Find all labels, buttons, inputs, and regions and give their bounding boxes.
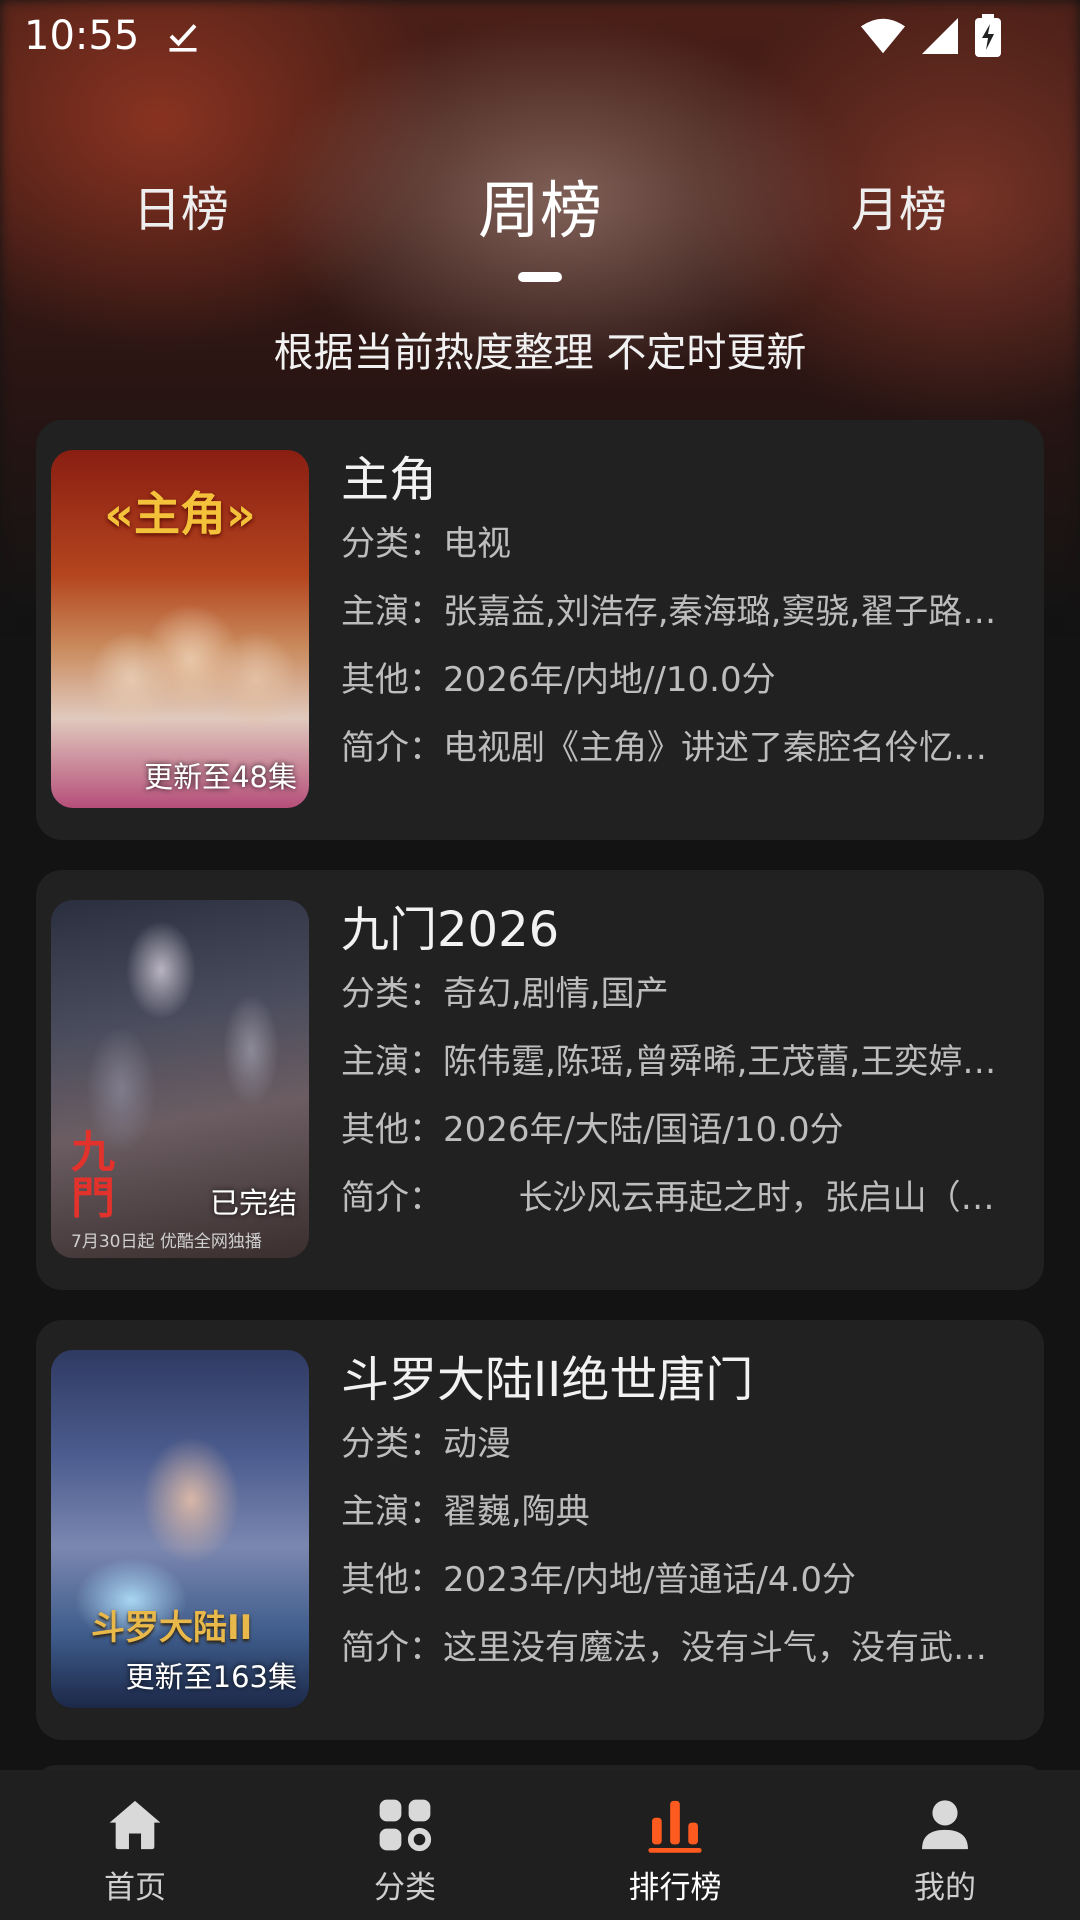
poster-image[interactable]: «主角» 更新至48集 [51, 450, 309, 808]
ranking-card[interactable]: «主角» 更新至48集 主角 分类：电视 主演：张嘉益,刘浩存,秦海璐,窦骁,翟… [36, 420, 1044, 840]
profile-icon [922, 1800, 968, 1850]
poster-caption: 7月30日起 优酷全网独播 [71, 1232, 262, 1252]
card-category: 分类：电视 [341, 524, 511, 564]
tab-monthly[interactable]: 月榜 [851, 170, 947, 240]
nav-ranking[interactable]: 排行榜 [540, 1770, 810, 1920]
ranking-subtitle: 根据当前热度整理 不定时更新 [273, 330, 807, 376]
card-title[interactable]: 斗罗大陆II绝世唐门 [341, 1350, 1031, 1410]
card-intro: 简介：这里没有魔法，没有斗气，没有武… [341, 1628, 987, 1668]
card-other: 其他：2026年/内地//10.0分 [341, 660, 776, 700]
card-info: 九门2026 分类：奇幻,剧情,国产 主演：陈伟霆,陈瑶,曾舜晞,王茂蕾,王奕婷… [341, 900, 1031, 1232]
episode-badge: 已完结 [209, 1186, 297, 1220]
nav-label: 我的 [914, 1870, 976, 1906]
nav-label: 排行榜 [628, 1870, 722, 1906]
card-intro: 简介： 长沙风云再起之时，张启山（… [341, 1178, 995, 1218]
tab-indicator [518, 272, 562, 282]
wifi-icon [860, 18, 906, 54]
poster-title: 斗罗大陆II [91, 1608, 253, 1648]
signal-icon [922, 18, 958, 54]
card-cast: 主演：翟巍,陶典 [341, 1492, 590, 1532]
episode-badge: 更新至163集 [125, 1660, 297, 1694]
poster-title: «主角» [104, 487, 256, 541]
home-icon [109, 1800, 161, 1850]
card-cast: 主演：陈伟霆,陈瑶,曾舜晞,王茂蕾,王奕婷,… [341, 1042, 1001, 1082]
download-complete-icon [169, 24, 197, 52]
tab-weekly[interactable]: 周榜 [478, 160, 602, 250]
episode-badge: 更新至48集 [144, 760, 297, 794]
nav-label: 首页 [104, 1870, 166, 1906]
poster-title: 九門 [71, 1127, 115, 1224]
status-bar: 10:55 [0, 0, 1080, 72]
ranking-tabs: 日榜 周榜 月榜 [0, 170, 1080, 290]
poster-image[interactable]: 九門 7月30日起 优酷全网独播 已完结 [51, 900, 309, 1258]
ranking-card[interactable]: 九門 7月30日起 优酷全网独播 已完结 九门2026 分类：奇幻,剧情,国产 … [36, 870, 1044, 1290]
nav-label: 分类 [374, 1870, 436, 1906]
card-other: 其他：2026年/大陆/国语/10.0分 [341, 1110, 844, 1150]
card-category: 分类：奇幻,剧情,国产 [341, 974, 669, 1014]
ranking-icon [648, 1800, 702, 1853]
ranking-screen: 10:55 日榜 周榜 月榜 根据当前热度整理 不定时更新 «主角» 更新至48… [0, 0, 1080, 1920]
card-category: 分类：动漫 [341, 1424, 511, 1464]
battery-charging-icon [975, 14, 1001, 57]
status-time: 10:55 [24, 13, 140, 59]
card-title[interactable]: 主角 [341, 450, 1031, 510]
card-cast: 主演：张嘉益,刘浩存,秦海璐,窦骁,翟子路,… [341, 592, 1001, 632]
card-other: 其他：2023年/内地/普通话/4.0分 [341, 1560, 856, 1600]
ranking-card[interactable]: 斗罗大陆II 更新至163集 斗罗大陆II绝世唐门 分类：动漫 主演：翟巍,陶典… [36, 1320, 1044, 1740]
bottom-nav: 首页 分类 排行榜 我的 [0, 1770, 1080, 1920]
card-info: 主角 分类：电视 主演：张嘉益,刘浩存,秦海璐,窦骁,翟子路,… 其他：2026… [341, 450, 1031, 782]
tab-daily[interactable]: 日榜 [133, 170, 229, 240]
category-icon [379, 1799, 432, 1852]
poster-image[interactable]: 斗罗大陆II 更新至163集 [51, 1350, 309, 1708]
card-intro: 简介：电视剧《主角》讲述了秦腔名伶忆… [341, 728, 987, 768]
nav-profile[interactable]: 我的 [810, 1770, 1080, 1920]
nav-category[interactable]: 分类 [270, 1770, 540, 1920]
nav-home[interactable]: 首页 [0, 1770, 270, 1920]
card-info: 斗罗大陆II绝世唐门 分类：动漫 主演：翟巍,陶典 其他：2023年/内地/普通… [341, 1350, 1031, 1682]
card-title[interactable]: 九门2026 [341, 900, 1031, 960]
status-icons [860, 14, 1002, 58]
